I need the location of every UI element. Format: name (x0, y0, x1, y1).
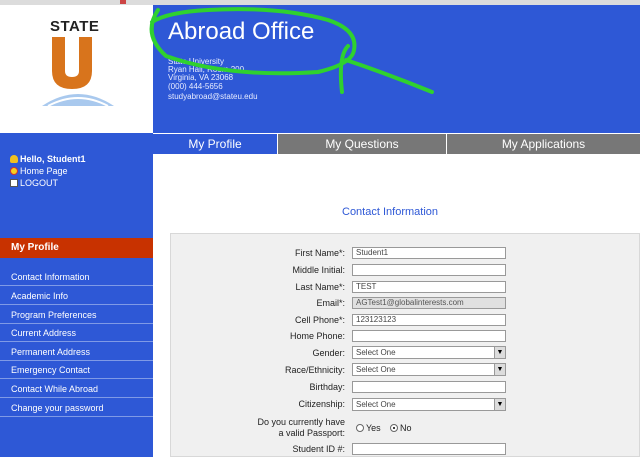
close-tab-icon[interactable] (120, 0, 126, 4)
passport-no-option[interactable]: No (390, 423, 412, 433)
sidebar-item-current-address[interactable]: Current Address (0, 324, 153, 342)
sidebar-item-contact-information[interactable]: Contact Information (0, 268, 153, 286)
sidebar-item-change-password[interactable]: Change your password (0, 399, 153, 417)
student-id-input[interactable] (352, 443, 506, 455)
first-name-input[interactable]: Student1 (352, 247, 506, 259)
sidebar-item-program-preferences[interactable]: Program Preferences (0, 306, 153, 324)
tab-my-profile[interactable]: My Profile (153, 134, 277, 154)
first-name-label: First Name*: (294, 248, 345, 258)
user-links: Hello, Student1 Home Page LOGOUT (10, 153, 86, 189)
last-name-input[interactable]: TEST (352, 281, 506, 293)
middle-initial-input[interactable] (352, 264, 506, 276)
gender-label: Gender: (312, 348, 345, 358)
logo-globe-swoosh (42, 94, 114, 107)
passport-yes-radio[interactable] (356, 424, 364, 432)
tab-my-applications[interactable]: My Applications (447, 134, 640, 154)
home-phone-input[interactable] (352, 330, 506, 342)
email-label: Email*: (316, 298, 345, 308)
email-input[interactable]: AGTest1@globalinterests.com (352, 297, 506, 309)
sidebar-item-contact-while-abroad[interactable]: Contact While Abroad (0, 380, 153, 398)
home-page-link[interactable]: Home Page (10, 165, 86, 177)
annotation-circle (149, 7, 434, 94)
middle-initial-label: Middle Initial: (292, 265, 345, 275)
citizenship-label: Citizenship: (298, 399, 345, 409)
logout-link[interactable]: LOGOUT (10, 177, 86, 189)
chevron-down-icon[interactable]: ▼ (494, 364, 505, 375)
cell-phone-label: Cell Phone*: (294, 315, 345, 325)
chevron-down-icon[interactable]: ▼ (494, 347, 505, 358)
tab-my-questions[interactable]: My Questions (278, 134, 446, 154)
sidebar-item-permanent-address[interactable]: Permanent Address (0, 343, 153, 361)
student-id-label: Student ID #: (292, 444, 345, 454)
passport-no-radio[interactable] (390, 424, 398, 432)
race-ethnicity-label: Race/Ethnicity: (284, 365, 345, 375)
sidebar-heading-my-profile[interactable]: My Profile (0, 238, 153, 258)
home-icon (10, 167, 18, 175)
passport-yes-option[interactable]: Yes (356, 423, 381, 433)
home-phone-label: Home Phone: (289, 331, 345, 341)
last-name-label: Last Name*: (295, 282, 345, 292)
section-title: Contact Information (342, 206, 438, 218)
sidebar-item-academic-info[interactable]: Academic Info (0, 287, 153, 305)
user-greeting: Hello, Student1 (10, 153, 86, 165)
birthday-label: Birthday: (309, 382, 345, 392)
passport-label: Do you currently have a valid Passport: (257, 417, 345, 438)
race-ethnicity-select[interactable]: Select One ▼ (352, 363, 506, 376)
citizenship-select[interactable]: Select One ▼ (352, 398, 506, 411)
sidebar-item-emergency-contact[interactable]: Emergency Contact (0, 361, 153, 379)
birthday-input[interactable] (352, 381, 506, 393)
logout-icon (10, 179, 18, 187)
logo-state-text: STATE (50, 18, 100, 35)
person-icon (10, 155, 18, 163)
cell-phone-input[interactable]: 123123123 (352, 314, 506, 326)
gender-select[interactable]: Select One ▼ (352, 346, 506, 359)
logo-u-icon (52, 37, 92, 89)
chevron-down-icon[interactable]: ▼ (494, 399, 505, 410)
